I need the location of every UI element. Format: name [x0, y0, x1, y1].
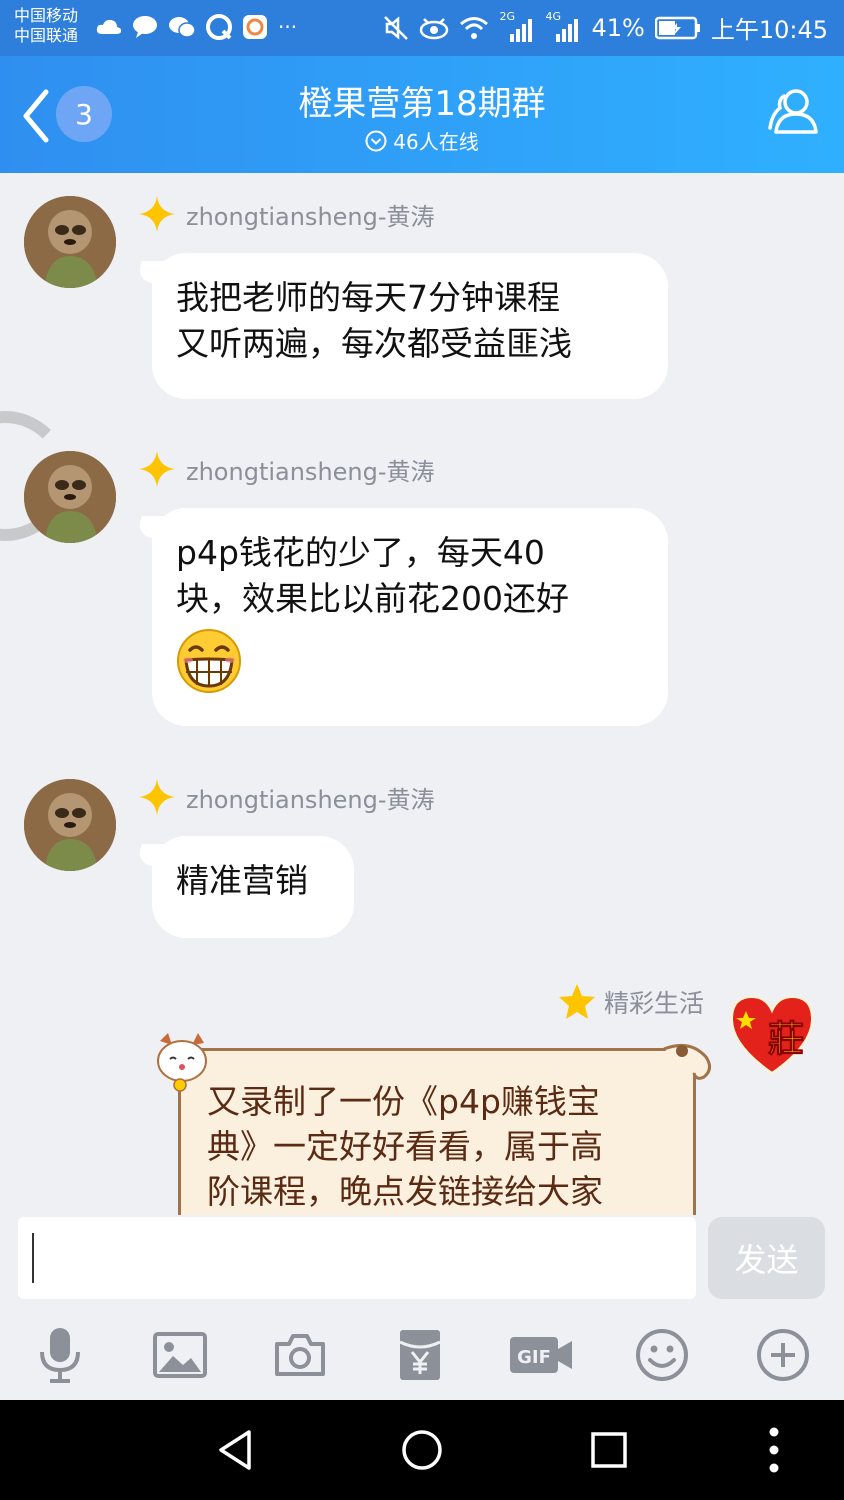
- message-bubble[interactable]: 精准营销: [152, 836, 354, 938]
- message-text: 又听两遍，每次都受益匪浅: [176, 324, 572, 363]
- voice-button[interactable]: [30, 1325, 90, 1385]
- square-recents-icon: [591, 1432, 627, 1468]
- image-button[interactable]: [150, 1325, 210, 1385]
- sender-row: zhongtiansheng-黄涛: [138, 450, 435, 488]
- avatar[interactable]: [24, 779, 116, 871]
- battery-charging-icon: [654, 16, 700, 39]
- red-packet-button[interactable]: [390, 1325, 450, 1385]
- sent-message-bubble[interactable]: 又录制了一份《p4p赚钱宝 典》一定好好看看，属于高 阶课程，晚点发链接给大家: [178, 1048, 696, 1215]
- vertical-dots-icon: [769, 1427, 779, 1473]
- sender-name: zhongtiansheng-黄涛: [186, 202, 435, 231]
- message-text: 精准营销: [176, 861, 308, 900]
- plus-icon: [757, 1329, 809, 1381]
- circle-home-icon: [402, 1430, 442, 1470]
- grin-emoji-icon: [177, 629, 241, 693]
- triangle-back-icon: [219, 1430, 251, 1470]
- text-caret: [32, 1233, 34, 1283]
- signal-2g: 2G: [499, 10, 535, 42]
- online-count: 46人在线: [393, 130, 479, 154]
- status-right: 2G 4G 41% 上午10:45: [383, 10, 828, 45]
- my-avatar[interactable]: 莊: [724, 985, 820, 1081]
- group-title: 橙果营第18期群: [298, 84, 546, 124]
- avatar[interactable]: [24, 196, 116, 288]
- sender-row: zhongtiansheng-黄涛: [138, 195, 435, 233]
- input-toolbar: GIF: [0, 1325, 844, 1385]
- sloth-avatar-icon: [24, 196, 116, 288]
- gif-icon: GIF: [510, 1337, 572, 1373]
- avatar-text: 莊: [768, 1019, 804, 1060]
- system-nav-bar: [0, 1400, 844, 1500]
- nav-menu-button[interactable]: [744, 1424, 804, 1476]
- app-icon: [243, 15, 267, 39]
- message-text: 块，效果比以前花200还好: [176, 579, 569, 618]
- carrier-1: 中国移动: [14, 6, 79, 25]
- signal-4g: 4G: [545, 10, 581, 42]
- message-bubble[interactable]: 我把老师的每天7分钟课程 又听两遍，每次都受益匪浅: [152, 253, 668, 399]
- message-text: 阶课程，晚点发链接给大家: [207, 1172, 603, 1211]
- chevron-circle-icon: [365, 130, 387, 151]
- qq-browser-icon: [206, 14, 232, 40]
- sender-name: zhongtiansheng-黄涛: [186, 785, 435, 814]
- message-text: 我把老师的每天7分钟课程: [176, 278, 560, 317]
- sloth-avatar-icon: [24, 779, 116, 871]
- gif-button[interactable]: GIF: [508, 1325, 574, 1385]
- clock: 上午10:45: [710, 16, 828, 44]
- svg-text:GIF: GIF: [517, 1347, 551, 1368]
- message-text: 典》一定好好看看，属于高: [207, 1127, 603, 1166]
- sender-name: 精彩生活: [603, 989, 704, 1018]
- status-bar: 中国移动 中国联通 ··· 2G 4G 41% 上午10:45: [0, 0, 844, 56]
- carrier-info: 中国移动 中国联通: [14, 6, 78, 46]
- cloud-icon: [96, 19, 122, 34]
- wifi-icon: [460, 16, 489, 39]
- rank-star-icon: [139, 196, 175, 232]
- emoji-button[interactable]: [632, 1325, 692, 1385]
- image-icon: [153, 1332, 207, 1378]
- camera-button[interactable]: [270, 1325, 330, 1385]
- signal-bars-icon: [556, 18, 579, 42]
- online-status[interactable]: 46人在线: [0, 126, 844, 155]
- sent-sender-row: 精彩生活: [558, 983, 704, 1021]
- send-button[interactable]: 发送: [708, 1217, 825, 1299]
- group-members-button[interactable]: [764, 82, 824, 142]
- more-notifications-icon: ···: [278, 15, 298, 39]
- battery-percent: 41%: [591, 13, 645, 42]
- sender-name: zhongtiansheng-黄涛: [186, 457, 435, 486]
- mic-icon: [40, 1328, 80, 1383]
- rank-star-icon: [558, 984, 595, 1019]
- mute-icon: [384, 15, 409, 40]
- message-text: p4p钱花的少了，每天40: [176, 533, 545, 572]
- avatar[interactable]: [24, 451, 116, 543]
- chat-header: 3 橙果营第18期群 46人在线: [0, 56, 844, 173]
- nav-recents-button[interactable]: [579, 1424, 639, 1476]
- more-button[interactable]: [753, 1325, 813, 1385]
- rank-star-icon: [139, 451, 175, 487]
- sender-row: zhongtiansheng-黄涛: [138, 778, 435, 816]
- notification-icons: ···: [96, 14, 297, 40]
- eye-comfort-icon: [420, 17, 449, 39]
- lucky-cat-icon: [157, 1033, 207, 1092]
- message-input[interactable]: [18, 1217, 696, 1299]
- input-bar: 发送 GIF: [0, 1215, 844, 1400]
- message-icon: [133, 16, 157, 38]
- bubble-tail-decoration: [663, 1043, 711, 1080]
- nav-home-button[interactable]: [392, 1424, 452, 1476]
- heart-flag-avatar-icon: 莊: [730, 995, 814, 1075]
- emoji-icon: [636, 1329, 688, 1381]
- camera-icon: [275, 1334, 325, 1376]
- sloth-avatar-icon: [24, 451, 116, 543]
- red-packet-icon: [399, 1330, 441, 1380]
- message-text: 又录制了一份《p4p赚钱宝: [207, 1082, 600, 1121]
- nav-back-button[interactable]: [205, 1424, 265, 1476]
- rank-star-icon: [139, 779, 175, 815]
- message-bubble[interactable]: p4p钱花的少了，每天40 块，效果比以前花200还好: [152, 508, 668, 726]
- message-list[interactable]: zhongtiansheng-黄涛 我把老师的每天7分钟课程 又听两遍，每次都受…: [0, 173, 844, 1215]
- carrier-2: 中国联通: [14, 26, 79, 45]
- wechat-icon: [169, 17, 196, 38]
- signal-bars-icon: [510, 18, 533, 42]
